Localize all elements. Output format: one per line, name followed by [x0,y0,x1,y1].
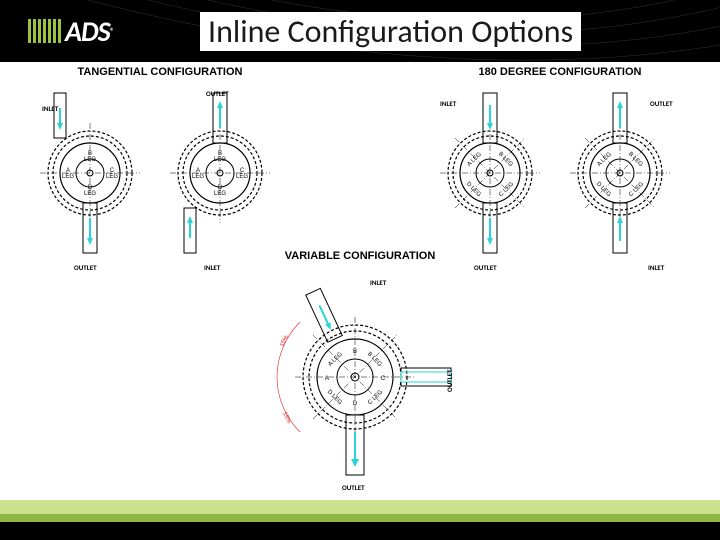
svg-text:LEG: LEG [62,174,74,180]
svg-text:LEG: LEG [236,174,248,180]
svg-text:A LEG: A LEG [466,151,483,168]
outlet-label-4: OUTLET [650,99,673,108]
outlet-label-3: OUTLET [474,263,497,272]
svg-text:B: B [353,349,357,355]
svg-text:D: D [353,401,358,407]
inlet-label: INLET [42,104,59,113]
svg-text:B LEG: B LEG [497,151,514,168]
page-title: Inline Configuration Options [200,12,581,51]
inlet-label-2: INLET [204,263,221,272]
logo-bars-icon [28,19,61,43]
tangential-config: TANGENTIAL CONFIGURATION B [20,66,300,283]
logo-text: ADS [65,14,110,49]
inlet-label-3: INLET [440,99,457,108]
svg-text:A: A [325,376,329,382]
inlet-label-4: INLET [648,263,665,272]
dim-label-bl: 15% [281,411,292,425]
tangential-title: TANGENTIAL CONFIGURATION [20,66,300,78]
outlet-label-side: OUTLET [445,369,454,392]
logo-registered-icon: ® [110,25,115,38]
svg-text:LEG: LEG [214,191,226,197]
outlet-label-2: OUTLET [206,89,229,98]
svg-text:LEG: LEG [192,174,204,180]
deg180-config: 180 DEGREE CONFIGURATION [420,66,700,283]
content-area: TANGENTIAL CONFIGURATION B [0,62,720,500]
svg-text:LEG: LEG [106,174,118,180]
variable-diagram: 15% 15% A LEG B LEG D LEG C LEG B D A C … [260,262,460,492]
logo: ADS ® [28,14,115,49]
tangential-diagram: B LEG A LEG C LEG D LEG INLET OUTLET [20,78,300,278]
svg-text:C: C [381,376,386,382]
svg-text:LEG: LEG [84,157,96,163]
variable-title: VARIABLE CONFIGURATION [260,250,460,262]
footer [0,500,720,540]
svg-text:LEG: LEG [84,191,96,197]
outlet-label: OUTLET [74,263,97,272]
svg-text:LEG: LEG [214,157,226,163]
variable-config: VARIABLE CONFIGURATION [260,250,460,497]
deg180-title: 180 DEGREE CONFIGURATION [420,66,700,78]
inlet-label-5: INLET [370,278,387,287]
svg-text:B LEG: B LEG [627,151,644,168]
outlet-label-5: OUTLET [342,483,365,492]
deg180-diagram: A LEG B LEG D LEG C LEG INLET OUTLET [420,78,700,278]
svg-text:A LEG: A LEG [596,151,613,168]
